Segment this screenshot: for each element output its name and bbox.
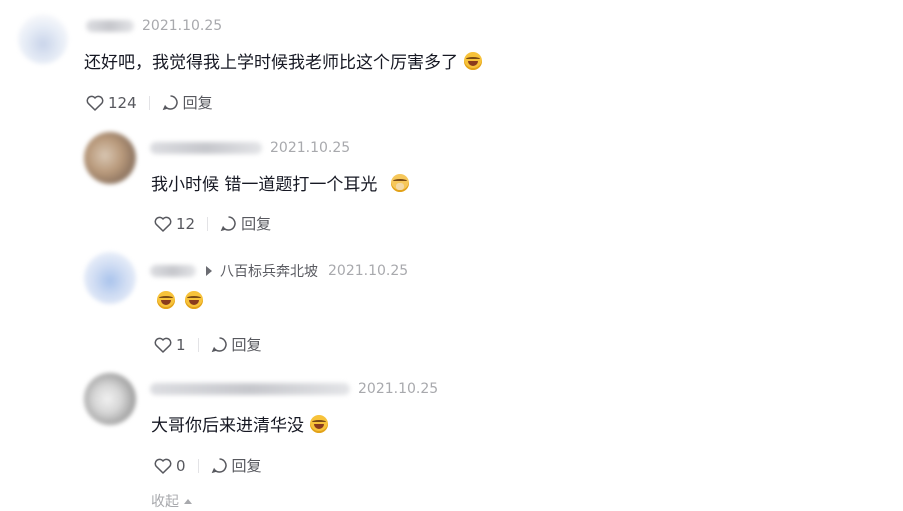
reply-actions: 0 回复: [154, 455, 262, 476]
reply-label: 回复: [231, 457, 262, 475]
reply-text: 我小时候 错一道题打一个耳光: [151, 175, 378, 195]
rofl-emoji-icon: [310, 414, 328, 433]
reply-button[interactable]: 回复: [220, 213, 271, 234]
comment-bubble-icon: [211, 337, 227, 353]
like-count: 0: [176, 456, 186, 475]
username-blurred[interactable]: [86, 20, 134, 32]
reply-date: 2021.10.25: [328, 263, 409, 279]
rofl-emoji-icon: [464, 51, 482, 70]
like-button[interactable]: 0: [154, 457, 186, 475]
heart-icon: [154, 458, 172, 474]
comment-date: 2021.10.25: [142, 18, 223, 34]
reply-button[interactable]: 回复: [211, 455, 262, 476]
username-blurred[interactable]: [150, 265, 196, 277]
reply-date: 2021.10.25: [358, 381, 439, 397]
pray-emoji-icon: [391, 173, 410, 192]
reply-meta: 2021.10.25: [150, 381, 438, 397]
reply-date: 2021.10.25: [270, 140, 351, 156]
username-blurred[interactable]: [150, 142, 262, 154]
collapse-label: 收起: [151, 494, 179, 510]
like-button[interactable]: 1: [154, 336, 186, 354]
rofl-emoji-icon: [157, 291, 175, 309]
reply-label: 回复: [231, 336, 262, 354]
avatar[interactable]: [84, 132, 136, 184]
reply-actions: 12 回复: [154, 213, 271, 234]
comment-text: 还好吧，我觉得我上学时候我老师比这个厉害多了: [84, 53, 458, 73]
avatar[interactable]: [84, 373, 136, 425]
divider: [197, 337, 199, 352]
comment-bubble-icon: [211, 458, 227, 474]
reply-button[interactable]: 回复: [211, 334, 262, 355]
like-count: 124: [108, 93, 137, 112]
reply-actions: 1 回复: [154, 334, 262, 355]
reply-label: 回复: [241, 215, 272, 233]
divider: [197, 458, 199, 473]
avatar[interactable]: [84, 252, 136, 304]
comment-actions: 124 回复: [86, 92, 213, 113]
rofl-emoji-icon: [185, 291, 203, 309]
caret-up-icon: [184, 498, 192, 504]
heart-icon: [86, 95, 104, 111]
reply-meta: 八百标兵奔北坡 2021.10.25: [150, 261, 408, 281]
reply-label: 回复: [182, 94, 213, 112]
comment-bubble-icon: [162, 95, 178, 111]
reply-button[interactable]: 回复: [162, 92, 213, 113]
comment-text-row: 还好吧，我觉得我上学时候我老师比这个厉害多了: [84, 48, 482, 73]
like-count: 1: [176, 335, 186, 354]
reply-arrow-icon: [206, 266, 212, 276]
like-button[interactable]: 12: [154, 215, 195, 233]
reply-meta: 2021.10.25: [150, 140, 350, 156]
divider: [148, 95, 150, 110]
like-button[interactable]: 124: [86, 94, 137, 112]
reply-text-row: [151, 291, 203, 309]
comment-bubble-icon: [220, 216, 236, 232]
divider: [207, 216, 209, 231]
reply-text-row: 我小时候 错一道题打一个耳光: [151, 170, 410, 195]
heart-icon: [154, 216, 172, 232]
comment-meta: 2021.10.25: [86, 18, 222, 34]
username-blurred[interactable]: [150, 383, 350, 395]
reply-target-name[interactable]: 八百标兵奔北坡: [220, 261, 318, 281]
collapse-replies-button[interactable]: 收起: [151, 491, 192, 511]
like-count: 12: [176, 214, 196, 233]
avatar[interactable]: [18, 14, 68, 64]
heart-icon: [154, 337, 172, 353]
reply-text: 大哥你后来进清华没: [151, 416, 304, 436]
reply-text-row: 大哥你后来进清华没: [151, 411, 328, 436]
